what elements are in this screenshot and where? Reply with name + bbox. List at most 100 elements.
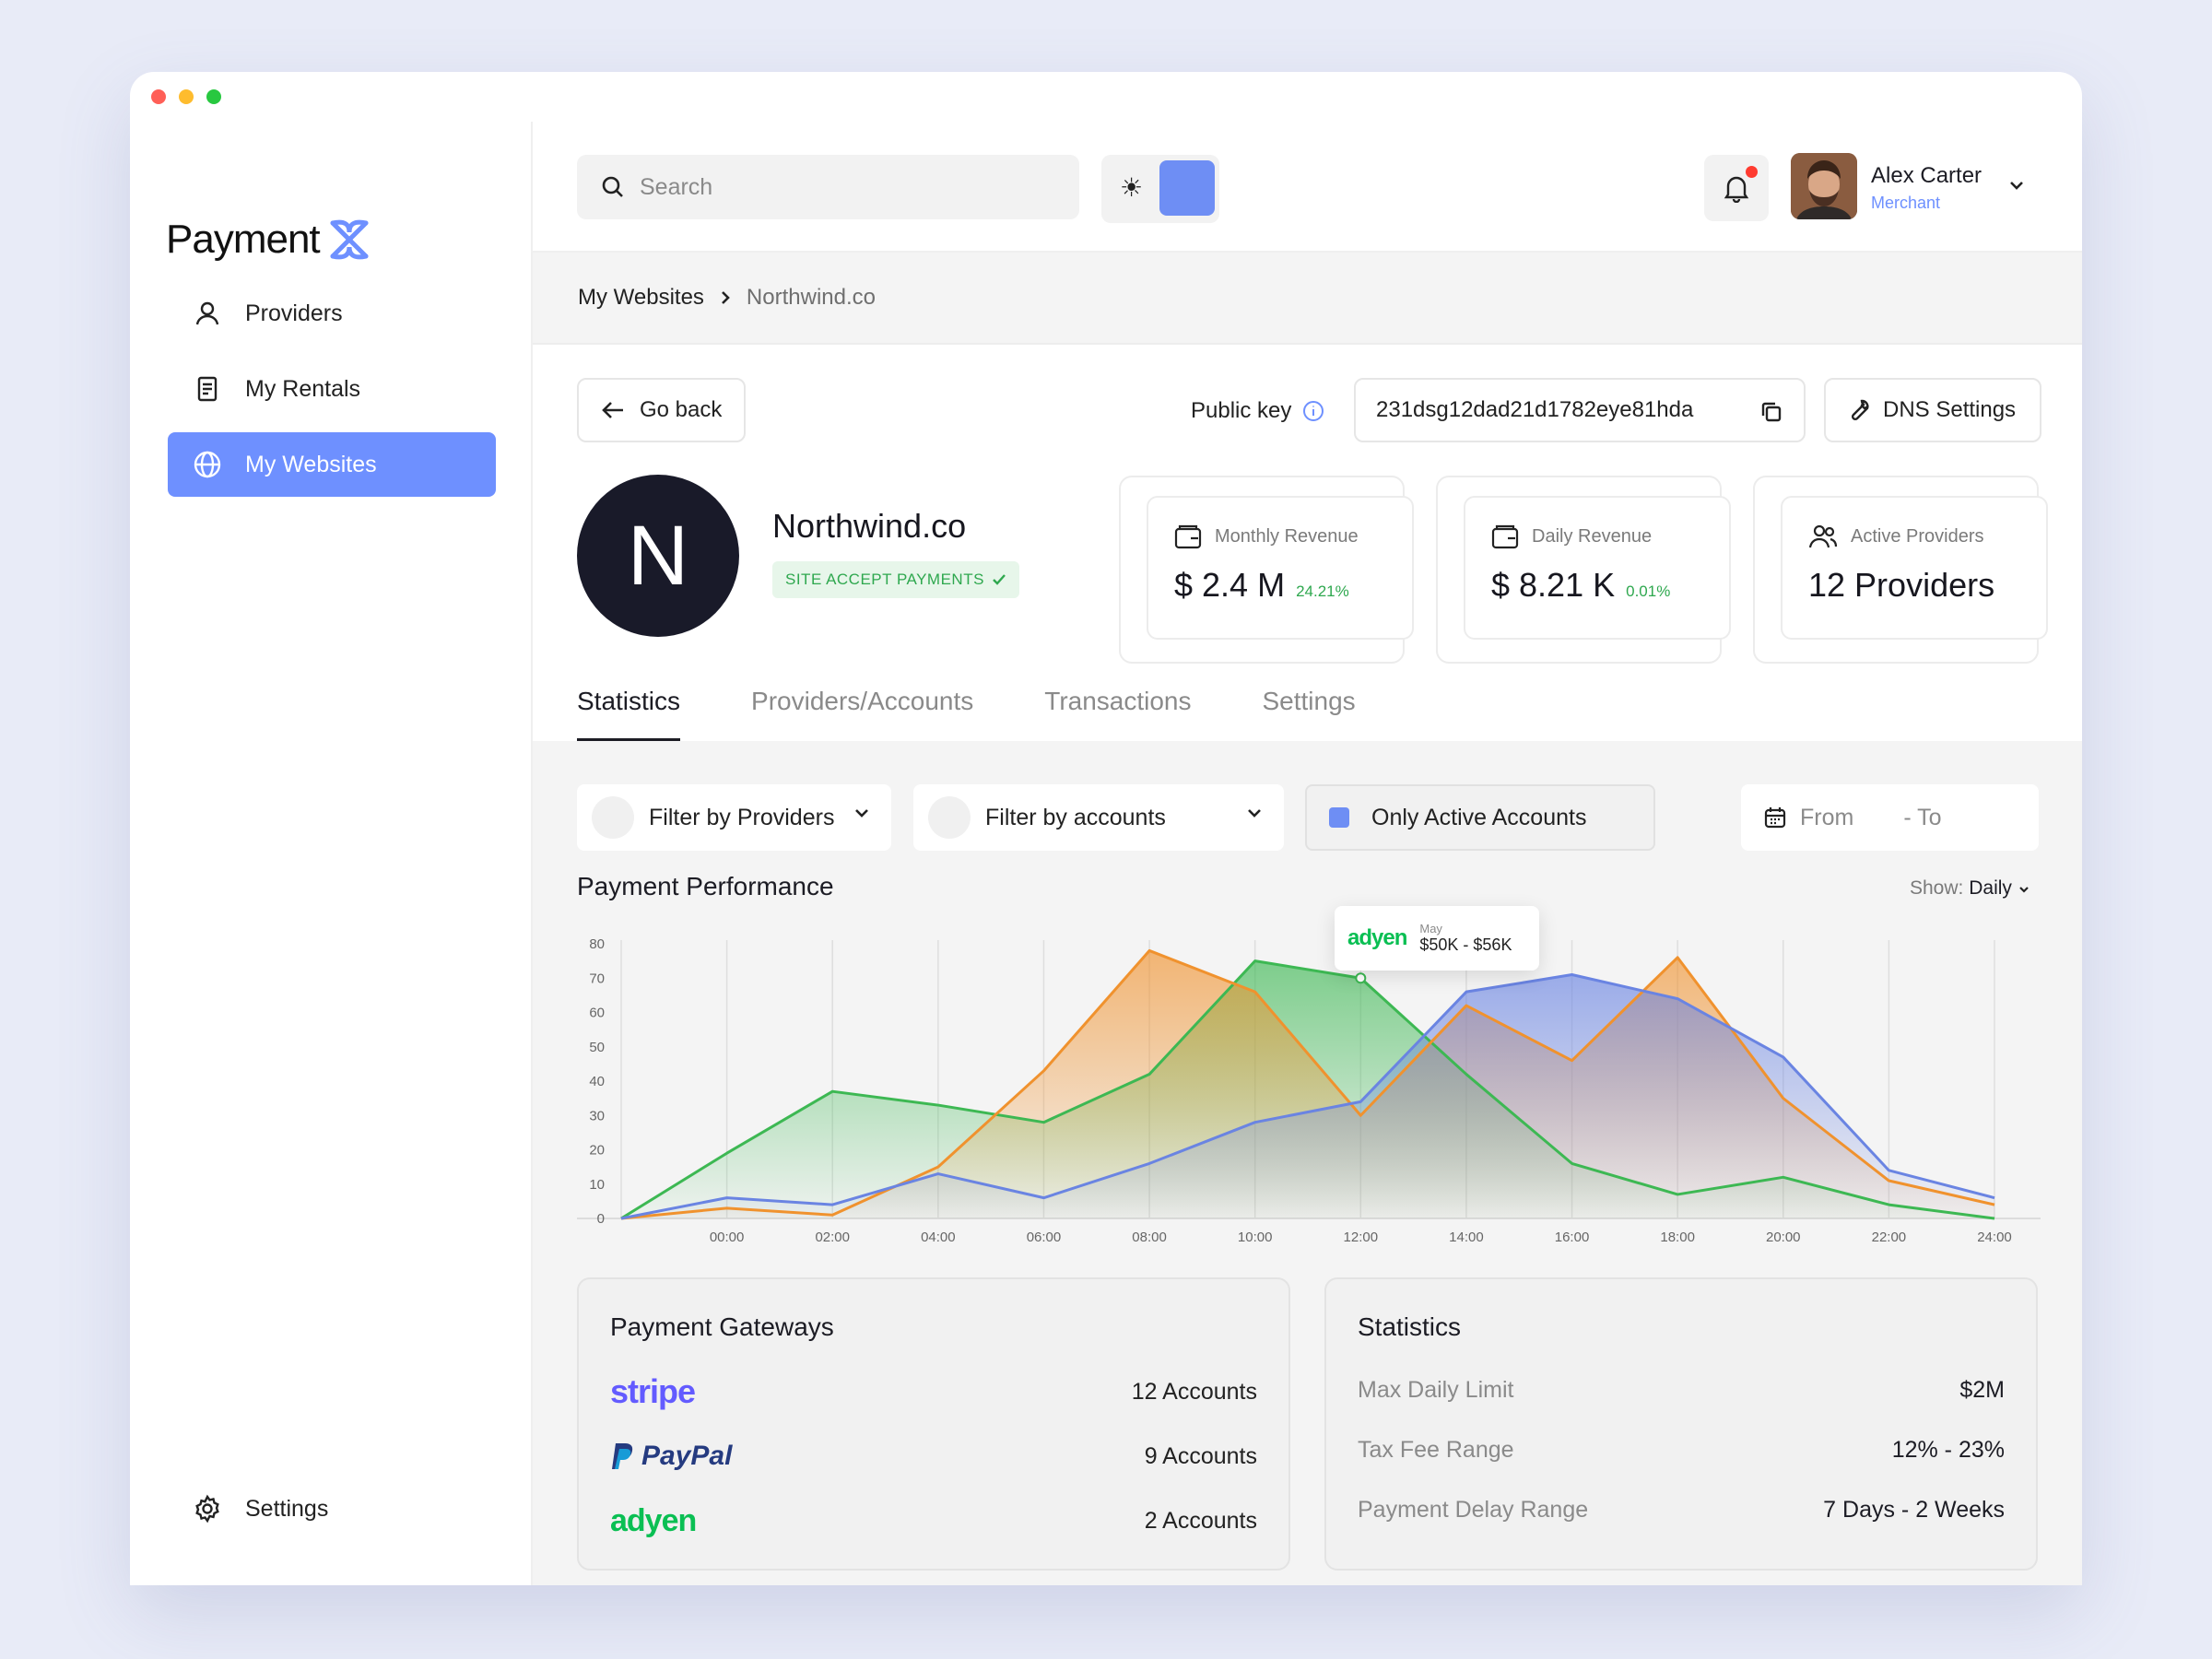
x-tick-label: 08:00 — [1132, 1230, 1167, 1245]
breadcrumb-parent[interactable]: My Websites — [578, 285, 704, 311]
list-item[interactable]: PayPal 9 Accounts — [610, 1434, 1257, 1478]
stat-row: Max Daily Limit $2M — [1358, 1371, 2005, 1408]
site-name: Northwind.co — [772, 507, 967, 545]
y-tick-label: 20 — [589, 1143, 605, 1159]
public-key-text: Public key — [1191, 398, 1292, 423]
breadcrumb-current: Northwind.co — [746, 285, 876, 310]
filter-accounts-label: Filter by accounts — [985, 804, 1166, 830]
document-icon — [192, 373, 223, 405]
maximize-dot[interactable] — [206, 89, 221, 104]
arrow-left-icon — [602, 402, 623, 418]
x-tick-label: 10:00 — [1238, 1230, 1273, 1245]
show-value: Daily — [1969, 877, 2012, 899]
go-back-button[interactable]: Go back — [577, 378, 746, 442]
list-item[interactable]: adyen 2 Accounts — [610, 1499, 1257, 1543]
stat-row: Tax Fee Range 12% - 23% — [1358, 1431, 2005, 1468]
notifications-button[interactable] — [1704, 155, 1769, 221]
sidebar-item-label: My Websites — [245, 451, 377, 477]
info-icon[interactable] — [1302, 400, 1324, 422]
tab-statistics[interactable]: Statistics — [577, 687, 681, 741]
y-tick-label: 40 — [589, 1074, 605, 1089]
account-placeholder-icon — [928, 796, 971, 839]
bell-icon — [1724, 176, 1749, 203]
only-active-accounts-checkbox[interactable]: Only Active Accounts — [1305, 784, 1655, 851]
x-tick-label: 04:00 — [921, 1230, 956, 1245]
chevron-down-icon — [855, 809, 868, 818]
chevron-down-icon[interactable] — [2007, 179, 2026, 192]
search-placeholder: Search — [640, 173, 713, 200]
y-tick-label: 10 — [589, 1177, 605, 1193]
x-tick-label: 02:00 — [815, 1230, 850, 1245]
x-tick-label: 14:00 — [1449, 1230, 1484, 1245]
theme-toggle[interactable]: ☀ — [1101, 155, 1219, 223]
date-range-picker[interactable]: From - To — [1741, 784, 2039, 851]
sidebar-item-settings[interactable]: Settings — [168, 1477, 496, 1541]
stat-delta: 0.01% — [1626, 582, 1671, 600]
go-back-label: Go back — [640, 397, 723, 422]
close-dot[interactable] — [151, 89, 166, 104]
stat-val: 7 Days - 2 Weeks — [1823, 1496, 2005, 1523]
tooltip-range: $50K - $56K — [1419, 935, 1512, 954]
stat-val: 12% - 23% — [1891, 1436, 2005, 1463]
x-tick-label: 00:00 — [710, 1230, 745, 1245]
show-selector[interactable]: Show: Daily — [1910, 877, 2030, 900]
filter-providers-dropdown[interactable]: Filter by Providers — [577, 784, 891, 851]
checkbox-checked — [1329, 807, 1349, 828]
panel-title: Payment Gateways — [610, 1312, 834, 1341]
show-label: Show: — [1910, 877, 1964, 899]
stat-key: Payment Delay Range — [1358, 1496, 1589, 1523]
x-tick-label: 20:00 — [1766, 1230, 1801, 1245]
list-item[interactable]: stripe 12 Accounts — [610, 1370, 1257, 1414]
chevron-down-icon — [2018, 887, 2029, 893]
filter-accounts-dropdown[interactable]: Filter by accounts — [913, 784, 1284, 851]
y-tick-label: 0 — [597, 1211, 605, 1227]
public-key-field[interactable]: 231dsg12dad21d1782eye81hda — [1354, 378, 1806, 442]
y-tick-label: 30 — [589, 1108, 605, 1124]
search-icon — [602, 176, 623, 197]
copy-icon[interactable] — [1759, 400, 1783, 424]
filter-providers-label: Filter by Providers — [649, 804, 835, 830]
minimize-dot[interactable] — [179, 89, 194, 104]
y-tick-label: 60 — [589, 1006, 605, 1021]
tab-providers-accounts[interactable]: Providers/Accounts — [751, 687, 973, 741]
x-tick-label: 18:00 — [1660, 1230, 1695, 1245]
avatar[interactable] — [1791, 153, 1857, 219]
date-from-placeholder[interactable]: From — [1800, 805, 1853, 831]
search-input[interactable]: Search — [577, 155, 1079, 219]
dns-settings-button[interactable]: DNS Settings — [1824, 378, 2041, 442]
payment-gateways-panel: Payment Gateways stripe 12 Accounts PayP… — [577, 1277, 1290, 1571]
sidebar: Payment Providers My Rentals My Websites… — [130, 122, 533, 1585]
stat-value: $ 2.4 M — [1174, 566, 1286, 604]
sidebar-item-label: My Rentals — [245, 375, 361, 402]
x-tick-label: 22:00 — [1872, 1230, 1907, 1245]
user-name[interactable]: Alex Carter — [1871, 163, 1982, 189]
tab-settings[interactable]: Settings — [1263, 687, 1356, 741]
sidebar-item-providers[interactable]: Providers — [168, 281, 496, 346]
user-icon — [192, 298, 223, 329]
panel-title: Statistics — [1358, 1312, 1462, 1341]
payment-performance-title: Payment Performance — [577, 872, 834, 900]
globe-icon — [192, 449, 223, 480]
sidebar-item-my-rentals[interactable]: My Rentals — [168, 357, 496, 421]
date-to-placeholder[interactable]: - To — [1903, 805, 1941, 831]
stat-title: Monthly Revenue — [1215, 525, 1359, 547]
public-key-label: Public key — [1191, 398, 1324, 424]
site-logo: N — [577, 475, 739, 637]
check-icon — [993, 574, 1006, 585]
public-key-value: 231dsg12dad21d1782eye81hda — [1376, 397, 1694, 422]
logo-mark-icon — [330, 219, 369, 260]
paypal-logo: PayPal — [610, 1441, 732, 1472]
dns-settings-label: DNS Settings — [1883, 397, 2017, 422]
wallet-icon — [1174, 524, 1202, 549]
accounts-count: 9 Accounts — [1144, 1442, 1257, 1469]
stat-key: Max Daily Limit — [1358, 1376, 1514, 1403]
tab-transactions[interactable]: Transactions — [1044, 687, 1191, 741]
stat-delta: 24.21% — [1296, 582, 1349, 600]
tooltip-month: May — [1419, 922, 1442, 935]
accounts-count: 2 Accounts — [1144, 1507, 1257, 1534]
chevron-right-icon — [722, 291, 730, 304]
paypal-name: PayPal — [641, 1441, 733, 1471]
paypal-icon — [612, 1443, 633, 1469]
sidebar-item-my-websites[interactable]: My Websites — [168, 432, 496, 497]
logo[interactable]: Payment — [166, 214, 373, 265]
